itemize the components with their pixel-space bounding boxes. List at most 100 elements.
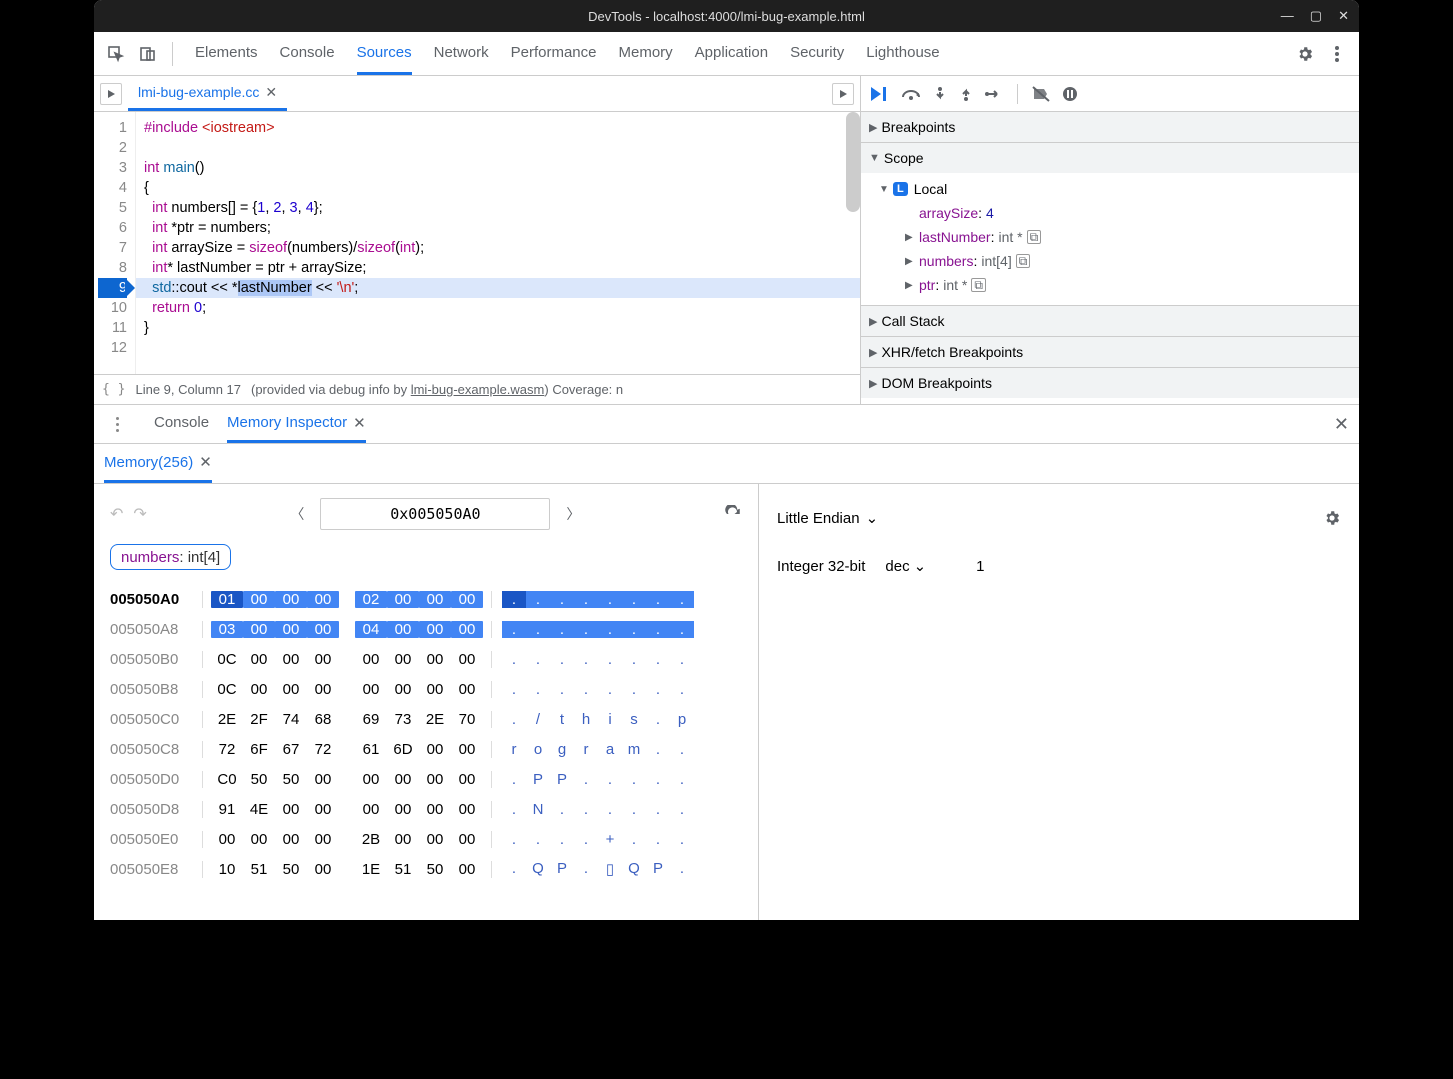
ascii-byte[interactable]: . xyxy=(646,681,670,698)
ascii-byte[interactable]: . xyxy=(526,681,550,698)
hex-row[interactable]: 005050B80C00000000000000........ xyxy=(110,674,742,704)
tab-lighthouse[interactable]: Lighthouse xyxy=(866,32,939,75)
hex-byte[interactable]: 00 xyxy=(419,831,451,848)
ascii-byte[interactable]: . xyxy=(670,621,694,638)
reveal-memory-icon[interactable]: ⧉ xyxy=(1027,230,1042,244)
ascii-byte[interactable]: s xyxy=(622,711,646,728)
hex-byte[interactable]: 2B xyxy=(355,831,387,848)
deactivate-breakpoints-icon[interactable] xyxy=(1032,86,1050,102)
ascii-byte[interactable]: . xyxy=(622,651,646,668)
hex-byte[interactable]: 00 xyxy=(419,771,451,788)
endianness-selector[interactable]: Little Endian ⌄ xyxy=(777,509,878,527)
ascii-byte[interactable]: . xyxy=(502,801,526,818)
scope-local[interactable]: ▼LLocal xyxy=(871,177,1359,201)
step-over-icon[interactable] xyxy=(901,87,921,101)
ascii-byte[interactable]: o xyxy=(526,741,550,758)
hex-byte[interactable]: 2F xyxy=(243,711,275,728)
hex-byte[interactable]: 00 xyxy=(243,681,275,698)
ascii-byte[interactable]: . xyxy=(502,711,526,728)
ascii-byte[interactable]: . xyxy=(670,831,694,848)
maximize-button[interactable]: ▢ xyxy=(1310,8,1322,24)
ascii-byte[interactable]: h xyxy=(574,711,598,728)
ascii-byte[interactable]: . xyxy=(646,741,670,758)
ascii-byte[interactable]: r xyxy=(574,741,598,758)
ascii-byte[interactable]: Q xyxy=(622,860,646,878)
ascii-byte[interactable]: i xyxy=(598,711,622,728)
settings-gear-icon[interactable] xyxy=(1291,40,1319,68)
hex-byte[interactable]: 00 xyxy=(275,591,307,608)
ascii-byte[interactable]: . xyxy=(526,621,550,638)
ascii-byte[interactable]: . xyxy=(670,651,694,668)
hex-byte[interactable]: 01 xyxy=(211,591,243,608)
ascii-byte[interactable]: . xyxy=(502,860,526,878)
hex-row[interactable]: 005050C02E2F746869732E70./this.p xyxy=(110,704,742,734)
hex-byte[interactable]: 00 xyxy=(355,651,387,668)
hex-byte[interactable]: 00 xyxy=(243,651,275,668)
hex-byte[interactable]: 00 xyxy=(451,741,483,758)
hex-byte[interactable]: 00 xyxy=(419,741,451,758)
ascii-byte[interactable]: a xyxy=(598,741,622,758)
drawer-menu-icon[interactable] xyxy=(104,417,130,432)
hex-byte[interactable]: 0C xyxy=(211,681,243,698)
tab-application[interactable]: Application xyxy=(695,32,768,75)
ascii-byte[interactable]: . xyxy=(502,831,526,848)
hex-row[interactable]: 005050C8726F6772616D0000rogram.. xyxy=(110,734,742,764)
hex-byte[interactable]: 69 xyxy=(355,711,387,728)
ascii-byte[interactable]: P xyxy=(526,771,550,788)
ascii-byte[interactable]: . xyxy=(574,860,598,878)
ascii-byte[interactable]: . xyxy=(574,621,598,638)
hex-byte[interactable]: 00 xyxy=(419,621,451,638)
ascii-byte[interactable]: . xyxy=(574,591,598,608)
ascii-byte[interactable]: . xyxy=(574,831,598,848)
memory-tab[interactable]: Memory(256) ✕ xyxy=(104,444,212,483)
ascii-byte[interactable]: . xyxy=(670,801,694,818)
ascii-byte[interactable]: . xyxy=(598,801,622,818)
ascii-byte[interactable]: . xyxy=(622,801,646,818)
hex-byte[interactable]: 00 xyxy=(355,771,387,788)
tab-memory[interactable]: Memory xyxy=(619,32,673,75)
hex-byte[interactable]: 00 xyxy=(307,771,339,788)
ascii-byte[interactable]: P xyxy=(646,860,670,878)
ascii-byte[interactable]: . xyxy=(646,711,670,728)
hex-byte[interactable]: 50 xyxy=(275,861,307,878)
tab-security[interactable]: Security xyxy=(790,32,844,75)
ascii-byte[interactable]: t xyxy=(550,711,574,728)
ascii-byte[interactable]: . xyxy=(502,621,526,638)
inspect-element-icon[interactable] xyxy=(102,40,130,68)
ascii-byte[interactable]: . xyxy=(646,831,670,848)
ascii-byte[interactable]: . xyxy=(646,771,670,788)
hex-byte[interactable]: 50 xyxy=(243,771,275,788)
hex-byte[interactable]: 00 xyxy=(451,621,483,638)
code-editor[interactable]: 123456789101112 #include <iostream> int … xyxy=(94,112,860,374)
ascii-byte[interactable]: . xyxy=(574,681,598,698)
xhr-breakpoints-section[interactable]: ▶XHR/fetch Breakpoints xyxy=(861,337,1359,368)
ascii-byte[interactable]: . xyxy=(550,801,574,818)
hex-row[interactable]: 005050E0000000002B000000....+... xyxy=(110,824,742,854)
hex-byte[interactable]: 00 xyxy=(355,681,387,698)
ascii-byte[interactable]: . xyxy=(550,831,574,848)
tab-sources[interactable]: Sources xyxy=(357,32,412,75)
hex-byte[interactable]: 00 xyxy=(451,681,483,698)
hex-table[interactable]: 005050A00100000002000000........005050A8… xyxy=(110,584,742,884)
hex-byte[interactable]: 00 xyxy=(451,771,483,788)
close-drawer-tab-icon[interactable]: ✕ xyxy=(353,414,366,432)
hex-row[interactable]: 005050D8914E000000000000.N...... xyxy=(110,794,742,824)
hex-byte[interactable]: 91 xyxy=(211,801,243,818)
ascii-byte[interactable]: P xyxy=(550,771,574,788)
hex-byte[interactable]: 00 xyxy=(307,861,339,878)
hex-byte[interactable]: 67 xyxy=(275,741,307,758)
ascii-byte[interactable]: r xyxy=(502,741,526,758)
ascii-byte[interactable]: . xyxy=(622,591,646,608)
ascii-byte[interactable]: . xyxy=(622,621,646,638)
hex-byte[interactable]: 51 xyxy=(243,861,275,878)
close-window-button[interactable]: ✕ xyxy=(1338,8,1349,24)
hex-byte[interactable]: 00 xyxy=(419,801,451,818)
ascii-byte[interactable]: . xyxy=(502,591,526,608)
hex-byte[interactable]: 00 xyxy=(275,831,307,848)
more-menu-icon[interactable] xyxy=(1323,40,1351,68)
dom-breakpoints-section[interactable]: ▶DOM Breakpoints xyxy=(861,368,1359,398)
ascii-byte[interactable]: . xyxy=(670,771,694,788)
hex-byte[interactable]: 00 xyxy=(243,591,275,608)
hex-row[interactable]: 005050B00C00000000000000........ xyxy=(110,644,742,674)
hex-byte[interactable]: 02 xyxy=(355,591,387,608)
